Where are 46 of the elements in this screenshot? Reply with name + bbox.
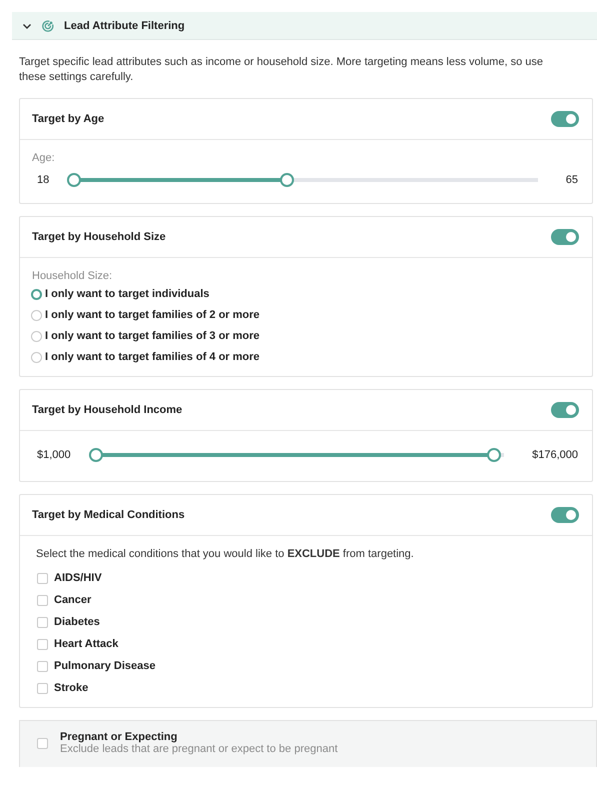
checkbox-label[interactable]: Cancer	[54, 594, 92, 606]
section-header[interactable]: Lead Attribute Filtering	[12, 12, 597, 40]
slider-thumb[interactable]	[88, 448, 103, 462]
slider-thumb[interactable]	[486, 448, 501, 462]
radio-label[interactable]: I only want to target families of 3 or more	[45, 330, 260, 342]
toggle-switch[interactable]	[551, 229, 579, 245]
radio-button[interactable]	[31, 352, 42, 362]
option-description: Exclude leads that are pregnant or expect to be pregnant	[60, 743, 338, 755]
max-value: 65	[566, 174, 578, 186]
card-title: Target by Age	[32, 113, 104, 125]
card-title: Target by Medical Conditions	[32, 509, 185, 521]
checkbox[interactable]	[37, 682, 48, 694]
max-value: $176,000	[532, 449, 578, 461]
card-title: Target by Household Size	[32, 231, 166, 243]
checkbox-label[interactable]: Diabetes	[54, 616, 100, 628]
checkbox[interactable]	[37, 572, 48, 584]
radio-label[interactable]: I only want to target families of 2 or more	[45, 309, 260, 321]
checkbox-label[interactable]: Pulmonary Disease	[54, 660, 156, 672]
field-label: Age:	[32, 152, 55, 164]
checkbox-label[interactable]: AIDS/HIV	[54, 572, 102, 584]
radio-button[interactable]	[31, 310, 42, 320]
min-value: $1,000	[37, 449, 71, 461]
checkbox-label[interactable]: Stroke	[54, 682, 88, 694]
target-icon	[42, 20, 54, 32]
checkbox[interactable]	[37, 660, 48, 672]
checkbox[interactable]	[37, 594, 48, 606]
instruction-text: Select the medical conditions that you would like to EXCLUDE from targeting.	[36, 548, 415, 560]
card-title: Target by Household Income	[32, 404, 182, 416]
toggle-switch[interactable]	[551, 507, 579, 523]
option-title: Pregnant or Expecting	[60, 731, 178, 743]
description-text: Target specific lead attributes such as income or household size. More targeting means less volume, so use these settings carefully.	[19, 55, 544, 85]
toggle-switch[interactable]	[551, 111, 579, 127]
slider-thumb[interactable]	[280, 173, 294, 187]
field-label: Household Size:	[32, 270, 112, 282]
radio-button[interactable]	[31, 330, 42, 342]
section-title: Lead Attribute Filtering	[64, 20, 185, 32]
checkbox-label[interactable]: Heart Attack	[54, 638, 118, 650]
toggle-switch[interactable]	[551, 402, 579, 418]
checkbox[interactable]	[37, 738, 48, 748]
slider-thumb[interactable]	[67, 173, 82, 187]
checkbox[interactable]	[37, 638, 48, 650]
radio-label[interactable]: I only want to target families of 4 or more	[45, 351, 260, 363]
checkbox[interactable]	[37, 616, 48, 628]
radio-label[interactable]: I only want to target individuals	[45, 288, 210, 300]
radio-button[interactable]	[31, 288, 42, 300]
min-value: 18	[37, 174, 50, 186]
